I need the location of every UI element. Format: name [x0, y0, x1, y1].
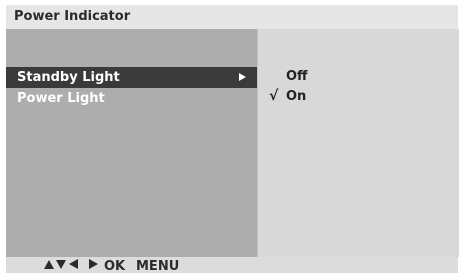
down-arrow-icon	[56, 260, 66, 269]
title-bar: Power Indicator	[6, 5, 458, 29]
check-mark-icon: √	[269, 88, 279, 104]
ok-hint: OK	[104, 259, 126, 274]
option-label: On	[286, 89, 307, 104]
menu-item-label: Power Light	[17, 91, 105, 106]
page-title: Power Indicator	[14, 9, 131, 24]
up-arrow-icon	[44, 260, 54, 269]
options-panel: Off √ On	[257, 29, 459, 257]
submenu-arrow-icon	[239, 73, 246, 81]
menu-item-power-light[interactable]: Power Light	[6, 88, 257, 109]
osd-window: Power Indicator Standby Light Power Ligh…	[6, 5, 459, 274]
menu-item-standby-light[interactable]: Standby Light	[6, 67, 257, 88]
menu-hint: MENU	[136, 259, 180, 274]
option-off[interactable]: Off	[258, 69, 458, 89]
left-arrow-icon	[69, 259, 78, 269]
footer-help-bar: OK MENU	[6, 257, 458, 274]
option-label: Off	[286, 69, 308, 84]
option-on[interactable]: √ On	[258, 88, 458, 109]
menu-panel: Standby Light Power Light	[6, 29, 257, 257]
menu-item-label: Standby Light	[17, 70, 120, 85]
right-arrow-icon	[89, 259, 98, 269]
